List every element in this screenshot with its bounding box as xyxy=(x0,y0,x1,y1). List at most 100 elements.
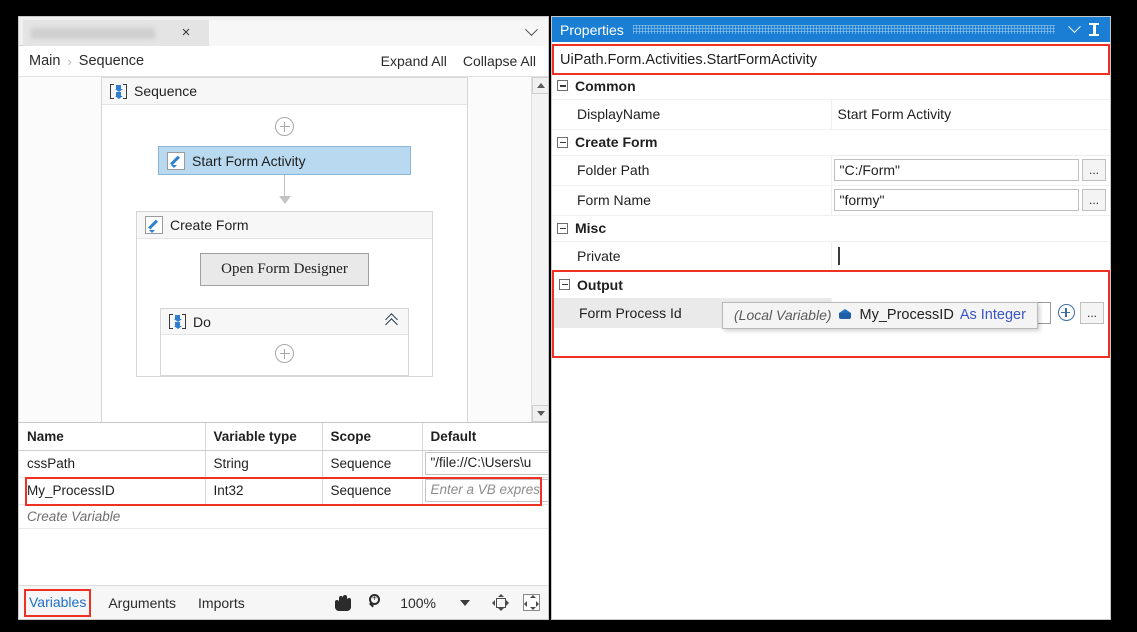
create-variable-row[interactable]: Create Variable xyxy=(19,504,548,529)
property-row-form-name[interactable]: Form Name "formy" ... xyxy=(552,185,1110,216)
properties-panel-title: Properties xyxy=(560,21,624,38)
collapse-section-icon[interactable] xyxy=(557,80,568,92)
column-header-type[interactable]: Variable type xyxy=(205,423,323,451)
column-header-scope[interactable]: Scope xyxy=(322,423,423,451)
zoom-caret-down-icon[interactable] xyxy=(460,599,470,606)
start-form-activity-title: Start Form Activity xyxy=(192,152,306,169)
displayname-value[interactable]: Start Form Activity xyxy=(834,106,952,122)
form-process-id-browse-button[interactable]: ... xyxy=(1080,301,1104,324)
properties-grid: Common DisplayName Start Form Activity C… xyxy=(552,73,1110,272)
open-form-designer-button[interactable]: Open Form Designer xyxy=(200,253,369,286)
variable-type-cell[interactable]: String xyxy=(205,450,323,478)
property-row-folder-path[interactable]: Folder Path "C:/Form" ... xyxy=(552,155,1110,186)
tab-imports[interactable]: Imports xyxy=(198,595,245,611)
property-section-misc[interactable]: Misc xyxy=(552,215,1110,242)
variable-cube-icon xyxy=(838,309,852,320)
property-row-displayname[interactable]: DisplayName Start Form Activity xyxy=(552,99,1110,130)
intellisense-kind-label: (Local Variable) xyxy=(734,306,832,323)
breadcrumb-item-main[interactable]: Main xyxy=(29,53,60,69)
form-name-browse-button[interactable]: ... xyxy=(1082,189,1106,211)
create-form-header: Create Form xyxy=(137,212,432,239)
variable-default-cell[interactable]: "/file://C:\Users\u xyxy=(422,450,548,478)
add-activity-slot-top[interactable] xyxy=(102,117,467,136)
breadcrumb-item-sequence[interactable]: Sequence xyxy=(79,53,144,69)
collapse-section-icon[interactable] xyxy=(559,279,570,290)
collapse-section-icon[interactable] xyxy=(557,136,568,148)
column-header-default[interactable]: Default xyxy=(422,423,548,451)
fit-to-screen-icon[interactable] xyxy=(492,594,509,611)
magnifier-icon[interactable] xyxy=(366,593,383,611)
variable-default-value[interactable]: "/file://C:\Users\u xyxy=(424,452,548,475)
collapse-all-button[interactable]: Collapse All xyxy=(463,53,536,69)
drag-grip[interactable] xyxy=(632,25,1055,34)
property-section-output[interactable]: Output xyxy=(554,271,1108,298)
property-value-private[interactable] xyxy=(831,241,1110,272)
variable-scope-cell[interactable]: Sequence xyxy=(322,477,423,505)
overview-icon[interactable] xyxy=(523,594,540,611)
intellisense-variable-name: My_ProcessID xyxy=(859,306,954,323)
activity-type-field[interactable]: UiPath.Form.Activities.StartFormActivity xyxy=(552,44,1110,75)
property-label-folder-path: Folder Path xyxy=(552,155,832,186)
tab-list-chevron-down-icon[interactable] xyxy=(522,22,540,41)
scroll-down-icon[interactable] xyxy=(532,405,548,422)
variable-scope-cell[interactable]: Sequence xyxy=(322,450,423,478)
variables-filler xyxy=(19,528,548,543)
double-chevron-up-icon[interactable] xyxy=(385,313,400,331)
activity-create-form[interactable]: Create Form Open Form Designer Do xyxy=(136,211,433,377)
form-name-input[interactable]: "formy" xyxy=(833,189,1079,211)
plus-circle-icon[interactable] xyxy=(275,344,294,363)
screenshot-root: × Main › Sequence Expand All Collapse Al… xyxy=(0,0,1137,632)
canvas-vertical-scrollbar[interactable] xyxy=(531,77,548,422)
scroll-up-icon[interactable] xyxy=(532,77,548,94)
property-value-form-name[interactable]: "formy" ... xyxy=(831,185,1110,216)
expand-all-button[interactable]: Expand All xyxy=(381,53,447,69)
variable-default-placeholder[interactable]: Enter a VB expres xyxy=(424,479,548,502)
activity-sequence[interactable]: Sequence Start Form Activity Create Form… xyxy=(101,77,468,422)
activity-do-block[interactable]: Do xyxy=(160,308,409,376)
hand-icon[interactable] xyxy=(334,594,351,611)
collapse-section-icon[interactable] xyxy=(557,222,568,234)
variables-table: Name Variable type Scope Default cssPath… xyxy=(19,423,548,505)
variable-name-cell[interactable]: cssPath xyxy=(19,450,206,478)
breadcrumb: Main › Sequence Expand All Collapse All xyxy=(19,46,548,77)
workflow-tab-label-redacted xyxy=(31,27,155,39)
section-label-output: Output xyxy=(577,276,623,293)
folder-path-input[interactable]: "C:/Form" xyxy=(833,159,1079,181)
plus-circle-icon[interactable] xyxy=(275,117,294,136)
activity-start-form[interactable]: Start Form Activity xyxy=(158,146,411,175)
variables-panel: Name Variable type Scope Default cssPath… xyxy=(19,422,548,543)
tab-strip: × xyxy=(19,17,548,46)
variable-default-cell[interactable]: Enter a VB expres xyxy=(422,477,548,505)
variable-name-cell[interactable]: My_ProcessID xyxy=(19,477,206,505)
intellisense-tooltip: (Local Variable) My_ProcessID As Integer xyxy=(722,301,1038,329)
create-variable-plus-circle-icon[interactable] xyxy=(1055,302,1077,324)
property-label-form-name: Form Name xyxy=(552,185,832,216)
table-row[interactable]: My_ProcessID Int32 Sequence Enter a VB e… xyxy=(19,477,548,505)
property-section-common[interactable]: Common xyxy=(552,73,1110,100)
property-section-output-region: Output Form Process Id My_ProcessID xyxy=(552,269,1110,358)
tab-arguments[interactable]: Arguments xyxy=(108,595,176,611)
variable-type-cell[interactable]: Int32 xyxy=(205,477,323,505)
section-label-misc: Misc xyxy=(575,220,607,236)
breadcrumb-separator-icon: › xyxy=(67,53,72,69)
add-activity-slot-do[interactable] xyxy=(161,344,408,363)
property-value-folder-path[interactable]: "C:/Form" ... xyxy=(831,155,1110,186)
tab-close-icon[interactable]: × xyxy=(174,21,198,43)
property-row-private[interactable]: Private xyxy=(552,241,1110,272)
column-header-name[interactable]: Name xyxy=(19,423,206,451)
folder-path-browse-button[interactable]: ... xyxy=(1082,159,1106,181)
property-label-private: Private xyxy=(552,241,832,272)
chevron-down-icon[interactable] xyxy=(1064,20,1084,40)
table-row[interactable]: cssPath String Sequence "/file://C:\User… xyxy=(19,450,548,478)
zoom-level-value[interactable]: 100% xyxy=(400,595,436,611)
designer-canvas[interactable]: Sequence Start Form Activity Create Form… xyxy=(19,77,548,422)
designer-bottom-toolbar: Variables Arguments Imports 100% xyxy=(19,585,548,619)
create-form-title: Create Form xyxy=(170,217,249,233)
sequence-title: Sequence xyxy=(134,83,198,99)
property-label-displayname: DisplayName xyxy=(552,99,832,130)
tab-variables[interactable]: Variables xyxy=(29,594,86,610)
pin-icon[interactable] xyxy=(1084,20,1104,40)
property-section-create-form[interactable]: Create Form xyxy=(552,129,1110,156)
private-checkbox[interactable] xyxy=(837,247,840,265)
property-value-displayname[interactable]: Start Form Activity xyxy=(831,99,1110,130)
